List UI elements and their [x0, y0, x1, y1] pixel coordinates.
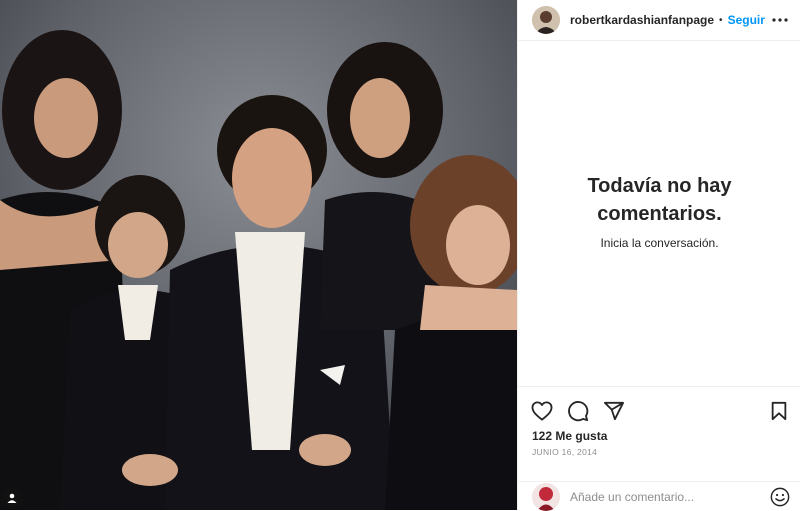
- empty-comments-subtitle: Inicia la conversación.: [600, 236, 719, 250]
- separator-dot: •: [719, 14, 723, 26]
- comment-bubble-icon[interactable]: [566, 399, 590, 423]
- post-side-panel: robertkardashianfanpage • Seguir Todavía…: [517, 0, 800, 511]
- post-photo[interactable]: [0, 0, 517, 510]
- action-bar: [530, 399, 791, 423]
- comment-input[interactable]: Añade un comentario...: [570, 490, 769, 504]
- heart-icon[interactable]: [530, 399, 554, 423]
- avatar: [532, 482, 560, 511]
- avatar[interactable]: [532, 6, 560, 34]
- more-options-icon[interactable]: [768, 8, 792, 32]
- likes-count[interactable]: 122 Me gusta: [532, 429, 607, 443]
- comment-composer: Añade un comentario...: [518, 481, 800, 511]
- post-header: robertkardashianfanpage • Seguir: [518, 0, 800, 41]
- family-portrait-image: [0, 0, 517, 510]
- follow-button[interactable]: Seguir: [728, 13, 765, 27]
- username-link[interactable]: robertkardashianfanpage: [570, 13, 714, 27]
- empty-comments-title: Todavía no hay comentarios.: [587, 175, 732, 225]
- bookmark-icon[interactable]: [767, 399, 791, 423]
- user-tag-icon[interactable]: [2, 488, 22, 508]
- smiley-icon[interactable]: [769, 486, 791, 508]
- post-date: JUNIO 16, 2014: [532, 447, 598, 457]
- paper-plane-icon[interactable]: [602, 399, 626, 423]
- post-actions-section: 122 Me gusta JUNIO 16, 2014 Añade un com…: [518, 386, 800, 511]
- empty-comments: Todavía no hay comentarios. Inicia la co…: [518, 172, 800, 250]
